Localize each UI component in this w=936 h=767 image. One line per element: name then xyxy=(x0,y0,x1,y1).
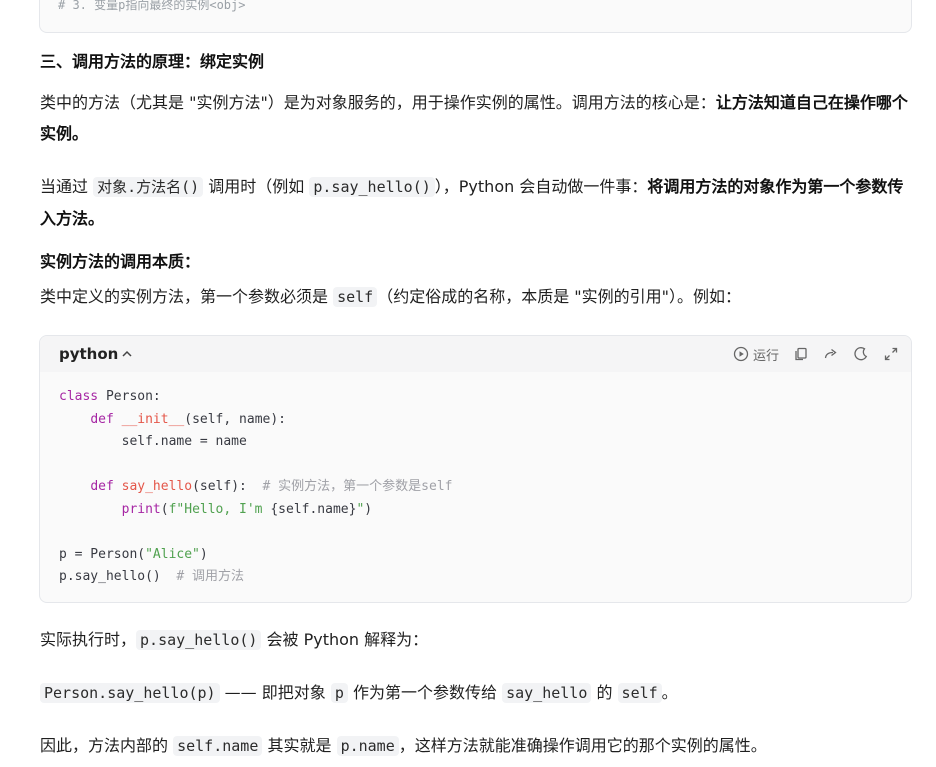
intro-text: 类中的方法（尤其是 "实例方法"）是为对象服务的，用于操作实例的属性。调用方法的… xyxy=(40,93,716,112)
execution-text-2: 会被 Python 解释为： xyxy=(261,630,429,649)
inline-code-method-name: say_hello xyxy=(502,683,592,703)
language-toggle[interactable]: python xyxy=(59,345,134,363)
inline-code-p: p xyxy=(330,683,348,703)
inline-code-p-name: p.name xyxy=(336,736,399,756)
code-token: p = Person( xyxy=(59,546,146,562)
conclusion-text-2: 其实就是 xyxy=(262,736,337,755)
execution-paragraph: 实际执行时， p.say_hello() 会被 Python 解释为： xyxy=(40,624,912,656)
instance-method-label: 实例方法的调用本质： xyxy=(40,252,201,271)
expand-button[interactable] xyxy=(883,346,899,362)
execution-text-1: 实际执行时， xyxy=(40,630,137,649)
inline-code-self-param: self xyxy=(617,683,662,703)
equivalence-text-4: 。 xyxy=(661,683,678,702)
call-text-3: ），Python 会自动做一件事： xyxy=(434,177,648,196)
self-text-1: 类中定义的实例方法，第一个参数必须是 xyxy=(40,287,334,306)
equivalence-text-3: 的 xyxy=(591,683,618,702)
code-line: p = Person("Alice") xyxy=(59,544,892,567)
moon-icon xyxy=(853,346,869,362)
copy-icon xyxy=(793,346,809,362)
share-button[interactable] xyxy=(823,346,839,362)
code-token: (self): xyxy=(192,479,263,494)
code-token: __init__ xyxy=(121,411,185,427)
code-token: f"Hello, I'm xyxy=(168,501,271,517)
inline-code-self-name: self.name xyxy=(173,736,263,756)
code-header: python 运行 xyxy=(40,336,911,372)
code-token: Person: xyxy=(98,389,161,404)
code-token: def xyxy=(90,411,114,427)
inline-code-class-call: Person.say_hello(p) xyxy=(40,683,220,703)
inline-code-object-method: 对象.方法名() xyxy=(93,177,204,197)
self-text-2: （约定俗成的名称，本质是 "实例的引用"）。例如： xyxy=(377,287,742,306)
code-token: {self.name} xyxy=(270,501,357,517)
language-label: python xyxy=(59,345,119,363)
code-toolbar: 运行 xyxy=(733,345,899,364)
code-token: ) xyxy=(364,501,373,517)
call-paragraph: 当通过 对象.方法名() 调用时（例如 p.say_hello() ），Pytho… xyxy=(40,171,912,234)
conclusion-paragraph: 因此，方法内部的 self.name 其实就是 p.name ，这样方法就能准确操… xyxy=(40,730,912,762)
code-token: "Alice" xyxy=(145,546,200,562)
code-token: print xyxy=(121,501,161,517)
self-paragraph: 类中定义的实例方法，第一个参数必须是 self （约定俗成的名称，本质是 "实例的… xyxy=(40,281,912,313)
expand-icon xyxy=(883,346,899,362)
conclusion-text-1: 因此，方法内部的 xyxy=(40,736,174,755)
call-text-1: 当通过 xyxy=(40,177,94,196)
inline-code-self: self xyxy=(333,287,378,307)
code-line: self.name = name xyxy=(59,431,892,454)
code-line: def say_hello(self): # 实例方法，第一个参数是self xyxy=(59,476,892,499)
equivalence-paragraph: Person.say_hello(p) —— 即把对象 p 作为第一个参数传给 … xyxy=(40,677,912,709)
copy-button[interactable] xyxy=(793,346,809,362)
share-arrow-icon xyxy=(823,346,839,362)
code-token: ) xyxy=(199,546,208,562)
run-label: 运行 xyxy=(752,348,779,364)
code-token: def xyxy=(90,479,114,494)
intro-paragraph: 类中的方法（尤其是 "实例方法"）是为对象服务的，用于操作实例的属性。调用方法的… xyxy=(40,87,912,149)
inline-code-call: p.say_hello() xyxy=(136,630,262,650)
code-token: class xyxy=(59,389,99,404)
code-token: # 调用方法 xyxy=(176,569,245,584)
chevron-up-icon xyxy=(120,347,134,361)
code-body: class Person: def __init__(self, name): … xyxy=(40,372,911,589)
code-token: say_hello xyxy=(121,479,193,494)
run-button[interactable]: 运行 xyxy=(733,345,779,364)
code-token: self.name = name xyxy=(59,434,247,449)
play-circle-icon xyxy=(733,346,749,362)
previous-code-last-line: # 3. 变量p指向最终的实例<obj> xyxy=(58,0,246,12)
code-token: p.say_hello() xyxy=(59,569,177,584)
conclusion-text-3: ，这样方法就能准确操作调用它的那个实例的属性。 xyxy=(398,736,767,755)
code-block: python 运行 class Person: def __init__(sel… xyxy=(39,335,912,603)
section-title: 三、调用方法的原理：绑定实例 xyxy=(40,52,265,71)
code-line: def __init__(self, name): xyxy=(59,409,892,432)
code-line: class Person: xyxy=(59,386,892,409)
code-token: # 实例方法，第一个参数是self xyxy=(262,479,453,494)
inline-code-say-hello: p.say_hello() xyxy=(309,177,435,197)
call-text-2: 调用时（例如 xyxy=(203,177,310,196)
equivalence-text-1: —— 即把对象 xyxy=(219,683,331,702)
code-line: p.say_hello() # 调用方法 xyxy=(59,566,892,589)
equivalence-text-2: 作为第一个参数传给 xyxy=(347,683,503,702)
code-token: ( xyxy=(160,501,169,517)
code-token: (self, name): xyxy=(184,411,286,427)
code-line: print(f"Hello, I'm {self.name}") xyxy=(59,499,892,522)
theme-button[interactable] xyxy=(853,346,869,362)
